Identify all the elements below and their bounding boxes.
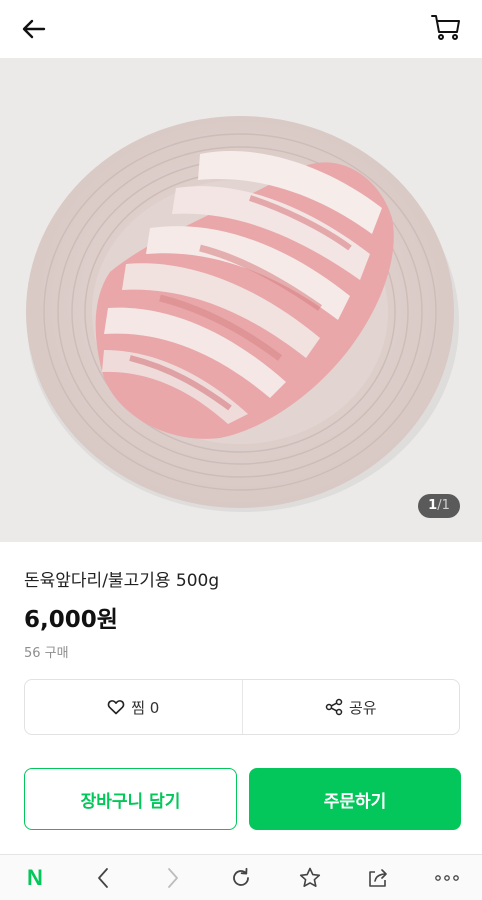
refresh-button[interactable] — [228, 865, 254, 891]
more-dots-icon — [435, 875, 459, 881]
product-photo — [26, 116, 459, 512]
refresh-icon — [233, 867, 249, 886]
bookmark-button[interactable] — [297, 865, 323, 891]
back-button[interactable] — [20, 16, 48, 42]
chevron-right-icon — [168, 868, 178, 888]
cart-button[interactable] — [430, 12, 462, 42]
image-counter-badge: 1/1 — [418, 494, 460, 518]
counter-total: 1 — [441, 498, 450, 513]
product-title: 돈육앞다리/불고기용 500g — [24, 571, 220, 591]
product-price: 6,000원 — [24, 607, 118, 633]
heart-icon — [107, 700, 125, 715]
share-button[interactable]: 공유 — [243, 680, 460, 734]
wish-button[interactable]: 찜 0 — [25, 680, 242, 734]
browser-back-button[interactable] — [90, 865, 116, 891]
more-menu-button[interactable] — [434, 865, 460, 891]
browser-forward-button[interactable] — [160, 865, 186, 891]
share-export-icon — [369, 869, 387, 887]
wish-label: 찜 0 — [131, 698, 160, 717]
naver-home-button[interactable]: N — [22, 865, 48, 891]
share-label: 공유 — [348, 698, 377, 717]
product-image-gallery[interactable]: 1/1 — [0, 58, 482, 542]
order-button[interactable]: 주문하기 — [249, 768, 461, 830]
add-to-cart-button[interactable]: 장바구니 담기 — [24, 768, 237, 830]
counter-current: 1 — [428, 498, 438, 513]
wish-share-box: 찜 0 공유 — [24, 679, 460, 735]
browser-toolbar: N — [0, 854, 482, 900]
app-header — [0, 0, 482, 58]
share-icon — [325, 698, 343, 716]
cart-icon — [431, 15, 460, 40]
arrow-left-icon — [22, 19, 46, 39]
page-share-button[interactable] — [365, 865, 391, 891]
star-icon — [299, 867, 321, 887]
chevron-left-icon — [98, 868, 108, 888]
purchase-count: 56 구매 — [24, 646, 69, 661]
